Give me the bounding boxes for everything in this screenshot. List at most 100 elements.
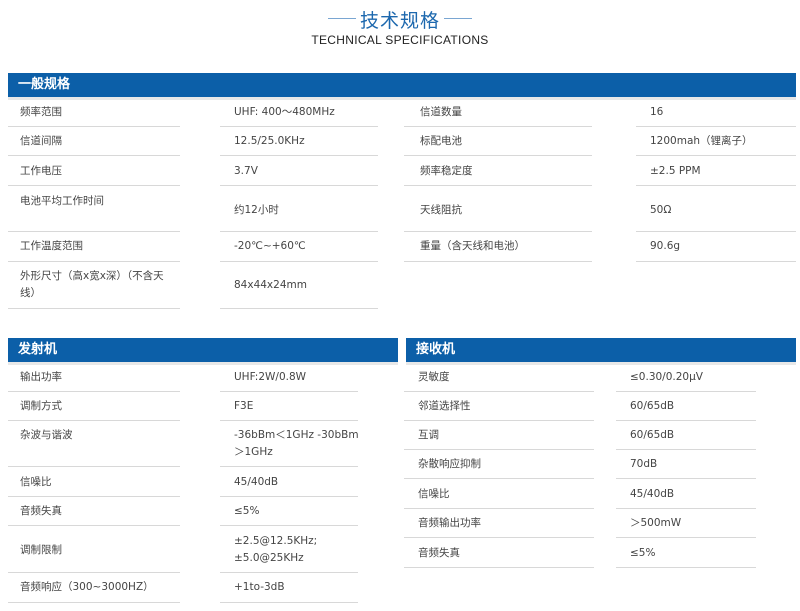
spec-key: 灵敏度: [418, 371, 450, 383]
spec-value: 1200mah（锂离子）: [650, 135, 753, 147]
row-divider: [8, 525, 180, 526]
spec-key: 频率范围: [20, 106, 62, 118]
spec-key: 调制方式: [20, 400, 62, 412]
spec-value: 12.5/25.0KHz: [234, 135, 305, 147]
row-divider: [404, 478, 594, 479]
section-header-transmitter: 发射机: [8, 338, 398, 365]
spec-value-continued: ＞1GHz: [234, 446, 273, 458]
spec-key: 外形尺寸（高x宽x深）（不含天: [20, 270, 164, 282]
row-divider: [404, 508, 594, 509]
spec-value: 60/65dB: [630, 400, 675, 412]
spec-key: 天线阻抗: [420, 204, 462, 216]
spec-key: 杂波与谐波: [20, 429, 73, 441]
spec-key: 标配电池: [420, 135, 462, 147]
spec-key: 重量（含天线和电池）: [420, 240, 525, 252]
spec-key: 音频输出功率: [418, 517, 481, 529]
row-divider: [220, 231, 378, 232]
row-divider: [404, 567, 594, 568]
spec-value: UHF: 400～480MHz: [234, 106, 335, 118]
spec-value: -20℃~+60℃: [234, 240, 306, 252]
row-divider: [220, 391, 358, 392]
spec-key: 信道数量: [420, 106, 462, 118]
spec-value: 3.7V: [234, 165, 258, 177]
spec-value: ±2.5@12.5KHz;: [234, 535, 318, 547]
spec-value: -36bBm＜1GHz -30bBm: [234, 429, 359, 441]
spec-value: UHF:2W/0.8W: [234, 371, 307, 383]
spec-key: 电池平均工作时间: [20, 195, 104, 207]
spec-value: 60/65dB: [630, 429, 675, 441]
row-divider: [616, 420, 756, 421]
title-divider-right: [444, 18, 472, 19]
row-divider: [220, 308, 378, 309]
spec-key: 互调: [418, 429, 439, 441]
row-divider: [616, 449, 756, 450]
row-divider: [404, 231, 592, 232]
page-header: 技术规格 TECHNICAL SPECIFICATIONS: [0, 0, 800, 60]
row-divider: [8, 155, 180, 156]
row-divider: [404, 537, 594, 538]
row-divider: [8, 496, 180, 497]
spec-key: 信噪比: [20, 476, 52, 488]
row-divider: [220, 126, 378, 127]
row-divider: [8, 126, 180, 127]
page-title: 技术规格: [359, 10, 440, 32]
spec-key: 工作电压: [20, 165, 62, 177]
row-divider: [404, 449, 594, 450]
spec-value: ±2.5 PPM: [650, 165, 701, 177]
row-divider: [220, 602, 358, 603]
row-divider: [636, 185, 796, 186]
section-title: 接收机: [416, 342, 456, 357]
spec-key: 输出功率: [20, 371, 62, 383]
row-divider: [8, 308, 180, 309]
row-divider: [8, 261, 180, 262]
row-divider: [220, 261, 378, 262]
spec-value: +1to-3dB: [234, 581, 285, 593]
spec-key: 信噪比: [418, 488, 450, 500]
spec-value: ＞500mW: [630, 517, 682, 529]
page-subtitle: TECHNICAL SPECIFICATIONS: [311, 33, 489, 47]
row-divider: [616, 478, 756, 479]
row-divider: [404, 126, 592, 127]
row-divider: [636, 155, 796, 156]
row-divider: [220, 496, 358, 497]
spec-key: 音频失真: [418, 547, 460, 559]
row-divider: [636, 261, 796, 262]
section-title: 发射机: [18, 342, 58, 357]
row-divider: [220, 572, 358, 573]
row-divider: [404, 185, 592, 186]
spec-value: F3E: [234, 400, 254, 412]
spec-value: 84x44x24mm: [234, 279, 307, 291]
spec-key-continued: 线）: [20, 287, 41, 299]
spec-value: ≤0.30/0.20μV: [630, 371, 703, 383]
spec-key: 频率稳定度: [420, 165, 473, 177]
spec-value: 45/40dB: [234, 476, 279, 488]
row-divider: [8, 185, 180, 186]
spec-value: ≤5%: [630, 547, 656, 559]
row-divider: [8, 466, 180, 467]
spec-value: 70dB: [630, 458, 658, 470]
row-divider: [8, 420, 180, 421]
section-title: 一般规格: [18, 77, 71, 92]
spec-value: 45/40dB: [630, 488, 675, 500]
row-divider: [220, 466, 358, 467]
spec-key: 音频失真: [20, 505, 62, 517]
row-divider: [404, 420, 594, 421]
row-divider: [616, 567, 756, 568]
row-divider: [636, 231, 796, 232]
spec-key: 杂散响应抑制: [418, 458, 481, 470]
row-divider: [404, 261, 592, 262]
spec-value-continued: ±5.0@25KHz: [234, 552, 304, 564]
spec-key: 调制限制: [20, 544, 62, 556]
spec-key: 邻道选择性: [418, 400, 471, 412]
row-divider: [404, 155, 592, 156]
spec-value: 16: [650, 106, 664, 118]
row-divider: [220, 525, 358, 526]
row-divider: [616, 391, 756, 392]
row-divider: [8, 391, 180, 392]
section-header-receiver: 接收机: [406, 338, 796, 365]
row-divider: [220, 155, 378, 156]
row-divider: [220, 420, 358, 421]
row-divider: [616, 508, 756, 509]
row-divider: [616, 537, 756, 538]
spec-value: 90.6g: [650, 240, 681, 252]
